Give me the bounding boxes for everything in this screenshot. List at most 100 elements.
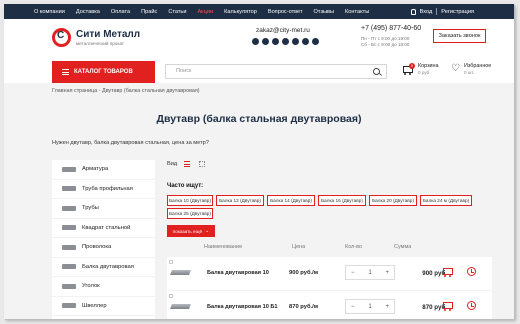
instagram-icon[interactable] (252, 38, 259, 45)
product-image[interactable] (170, 304, 191, 309)
odnoklassniki-icon[interactable] (272, 38, 279, 45)
product-price: 870 руб./м (289, 304, 319, 310)
quick-order-icon[interactable] (467, 301, 476, 310)
increment-button[interactable]: + (385, 304, 389, 310)
top-nav-item-contacts[interactable]: Контакты (345, 9, 369, 15)
tag-chip[interactable]: Балка 10 (Двутавр) (167, 195, 213, 206)
list-view-icon[interactable] (184, 161, 191, 167)
product-image[interactable] (170, 270, 191, 275)
logo-subtitle: металлический прокат (76, 41, 125, 46)
top-nav-item-delivery[interactable]: Доставка (76, 9, 100, 15)
rebar-icon (62, 166, 76, 172)
product-name[interactable]: Балка двутавровая 10 (207, 270, 269, 276)
logo[interactable]: Сити Металл металлический прокат (52, 28, 140, 47)
menu-icon (62, 69, 69, 75)
cart-widget[interactable]: 0 Корзина 0 руб. (402, 63, 439, 76)
tag-chip[interactable]: Балка 24 м (Двутавр) (420, 195, 472, 206)
breadcrumb[interactable]: Главная страница - Двутавр (балка стальн… (52, 88, 200, 94)
add-to-cart-icon[interactable] (442, 301, 453, 311)
divider (436, 8, 438, 15)
tag-chip[interactable]: Балка 12 (Двутавр) (216, 195, 264, 206)
top-nav-item-price[interactable]: Прайс (141, 9, 157, 15)
intro-text: Нужен двутавр, балка двутавровая стальна… (52, 140, 209, 146)
quick-order-icon[interactable] (467, 267, 476, 276)
logo-name: Сити Металл (76, 29, 141, 40)
sidebar-item-square-bar[interactable]: Квадрат стальной (52, 219, 155, 238)
view-label: Вид (167, 161, 178, 167)
show-more-label: показать ещё (172, 228, 203, 234)
site-header: Сити Металл металлический прокат zakaz@c… (4, 19, 514, 61)
quantity-value[interactable]: 1 (368, 304, 371, 310)
telegram-icon[interactable] (312, 38, 319, 45)
top-nav-item-calculator[interactable]: Калькулятор (224, 9, 257, 15)
tag-chip[interactable]: Балка 20 (Двутавр) (369, 195, 417, 206)
show-more-button[interactable]: показать ещё ⌄ (167, 225, 215, 237)
facebook-icon[interactable] (282, 38, 289, 45)
tag-chip[interactable]: Балка 14 (Двутавр) (267, 195, 315, 206)
youtube-icon[interactable] (302, 38, 309, 45)
sidebar-item-pipes[interactable]: Трубы (52, 199, 155, 219)
auth-links: Вход Регистрация (410, 4, 474, 19)
tag-chip[interactable]: Балка 25 (Двутавр) (167, 208, 213, 219)
add-to-cart-icon[interactable] (442, 267, 453, 277)
vk-icon[interactable] (262, 38, 269, 45)
favorites-count: 0 шт. (463, 69, 475, 75)
sidebar-item-channel[interactable]: Швеллер (52, 297, 155, 316)
whatsapp-icon[interactable] (292, 38, 299, 45)
email-link[interactable]: zakaz@city-met.ru (256, 27, 310, 34)
compare-checkbox[interactable] (169, 294, 173, 298)
grid-view-icon[interactable] (199, 161, 206, 167)
favorites-widget[interactable]: ♡ Избранное 0 шт. (451, 63, 491, 76)
wire-coil-icon (62, 244, 76, 250)
favorites-label: Избранное (463, 63, 492, 69)
sidebar-item-armatura[interactable]: Арматура (52, 160, 155, 180)
square-bar-icon (62, 225, 76, 231)
decrement-button[interactable]: − (351, 270, 355, 276)
top-nav-item-articles[interactable]: Статьи (168, 9, 186, 15)
browser-frame: О компании Доставка Оплата Прайс Статьи … (4, 4, 514, 319)
sidebar-item-angle[interactable]: Уголок (52, 277, 155, 297)
working-hours-weekdays: Пн - Пт с 9:00 до 19:00 (361, 36, 410, 41)
top-nav-item-reviews[interactable]: Отзывы (314, 9, 335, 15)
top-nav-item-about[interactable]: О компании (34, 9, 65, 15)
nav-row: КАТАЛОГ ТОВАРОВ Поиск 0 Корзина 0 руб. ♡… (4, 61, 514, 83)
callback-button[interactable]: Заказать звонок (433, 29, 486, 43)
product-name[interactable]: Балка двутавровая 10 Б1 (207, 304, 278, 310)
search-input[interactable]: Поиск (165, 64, 387, 79)
compare-checkbox[interactable] (169, 260, 173, 264)
top-nav-item-promo[interactable]: Акции (197, 9, 213, 15)
often-searched-title: Часто ищут: (167, 183, 204, 189)
table-row: Балка двутавровая 10 900 руб./м − 1 + 90… (167, 257, 492, 290)
chevron-down-icon: ⌄ (205, 228, 210, 234)
cart-label: Корзина (418, 63, 439, 69)
register-link[interactable]: Регистрация (441, 9, 474, 15)
quantity-stepper: − 1 + (345, 299, 395, 314)
product-sum: 900 руб. (422, 270, 447, 277)
decrement-button[interactable]: − (351, 304, 355, 310)
login-link[interactable]: Вход (420, 9, 433, 15)
heart-icon: ♡ (451, 63, 460, 74)
cart-sum: 0 руб. (418, 69, 431, 75)
tag-chip[interactable]: Балка 16 (Двутавр) (318, 195, 366, 206)
sidebar-item-wire[interactable]: Проволока (52, 238, 155, 258)
search-placeholder: Поиск (176, 68, 192, 74)
sidebar-item-i-beam[interactable]: Балка двутавровая (52, 258, 155, 277)
top-nav-item-payment[interactable]: Оплата (111, 9, 130, 15)
search-icon[interactable] (373, 68, 380, 75)
column-header-sum: Сумма (394, 244, 412, 250)
cart-icon: 0 (402, 63, 415, 75)
increment-button[interactable]: + (385, 270, 389, 276)
product-price: 900 руб./м (289, 270, 319, 276)
table-row: Балка двутавровая 10 Б1 870 руб./м − 1 +… (167, 291, 492, 319)
column-header-name: Наименование (204, 244, 243, 250)
quantity-value[interactable]: 1 (368, 270, 371, 276)
catalog-button[interactable]: КАТАЛОГ ТОВАРОВ (52, 61, 155, 83)
top-nav-item-faq[interactable]: Вопрос-ответ (268, 9, 303, 15)
phone-number[interactable]: +7 (495) 877-40-60 (361, 25, 421, 32)
user-icon (410, 8, 416, 15)
quantity-stepper: − 1 + (345, 265, 395, 280)
sidebar-item-profile-pipe[interactable]: Труба профильная (52, 180, 155, 199)
page-title: Двутавр (балка стальная двутавровая) (156, 113, 362, 125)
catalog-label: КАТАЛОГ ТОВАРОВ (74, 69, 133, 75)
top-nav: О компании Доставка Оплата Прайс Статьи … (34, 4, 380, 19)
